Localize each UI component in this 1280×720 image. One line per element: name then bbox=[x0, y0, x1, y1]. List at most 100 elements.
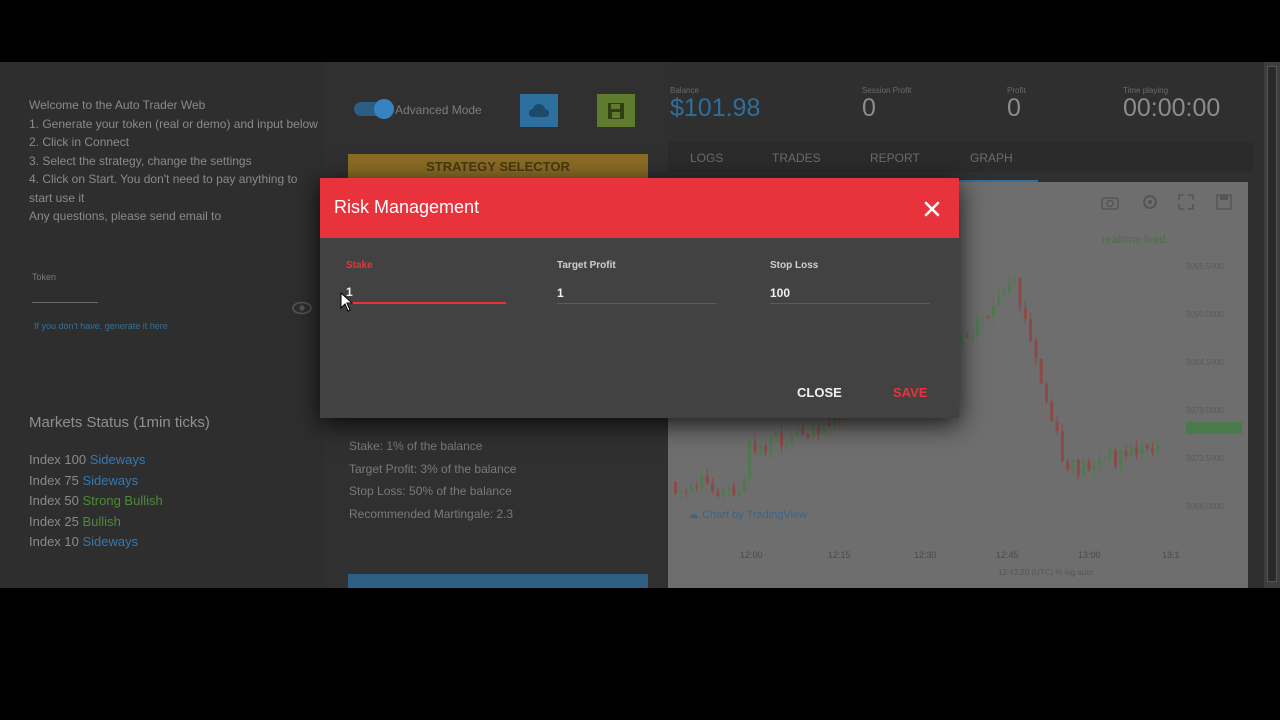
market-name: Index 50 bbox=[29, 493, 79, 508]
candle-body bbox=[684, 491, 688, 493]
dialog-title: Risk Management bbox=[334, 197, 480, 217]
time-playing-stat: Time playing 00:00:00 bbox=[1123, 86, 1220, 123]
candle-body bbox=[748, 441, 752, 479]
candle-body bbox=[1129, 446, 1133, 457]
market-item: Index 10 Sideways bbox=[29, 532, 163, 553]
market-item: Index 75 Sideways bbox=[29, 471, 163, 492]
time-tick: 12:00 bbox=[740, 550, 763, 560]
candle-body bbox=[700, 475, 704, 488]
target-profit-field: Target Profit bbox=[557, 260, 717, 310]
time-tick: 12:30 bbox=[914, 550, 937, 560]
candle-body bbox=[1018, 278, 1022, 308]
candle-body bbox=[1124, 451, 1128, 457]
chart-footer: 12:43:20 (UTC) % log auto bbox=[998, 568, 1094, 577]
target-profit-input[interactable] bbox=[557, 282, 717, 304]
dialog-header: Risk Management bbox=[320, 178, 959, 238]
advanced-mode-label: Advanced Mode bbox=[395, 103, 482, 117]
time-axis: 12:00 12:15 12:30 12:45 13:00 13:1 bbox=[668, 550, 1188, 566]
stake-input[interactable] bbox=[346, 282, 506, 304]
tab-logs[interactable]: LOGS bbox=[690, 151, 723, 165]
price-tick: 3073.5000 bbox=[1186, 454, 1224, 463]
candle-body bbox=[742, 478, 746, 492]
gear-icon[interactable] bbox=[1140, 192, 1160, 212]
candle-body bbox=[1007, 282, 1011, 292]
market-name: Index 10 bbox=[29, 534, 79, 549]
tab-report[interactable]: REPORT bbox=[870, 151, 920, 165]
stake-label: Stake bbox=[346, 260, 373, 271]
candle-body bbox=[1076, 459, 1080, 476]
candle-body bbox=[1039, 359, 1043, 384]
time-tick: 12:45 bbox=[996, 550, 1019, 560]
stop-loss-input[interactable] bbox=[770, 282, 930, 304]
candle-body bbox=[780, 432, 783, 447]
session-profit-value: 0 bbox=[862, 94, 876, 122]
candle-body bbox=[1103, 458, 1107, 460]
candle-body bbox=[695, 485, 699, 488]
candle-body bbox=[997, 294, 1001, 307]
profit-value: 0 bbox=[1007, 94, 1021, 122]
close-button[interactable]: CLOSE bbox=[797, 385, 842, 400]
balance-value: $101.98 bbox=[670, 94, 761, 122]
candle-body bbox=[795, 428, 799, 436]
candle-body bbox=[790, 435, 794, 445]
cloud-icon bbox=[529, 103, 549, 117]
cloud-button[interactable] bbox=[520, 94, 558, 127]
candle-body bbox=[785, 444, 789, 447]
market-name: Index 100 bbox=[29, 452, 87, 467]
info-line: Recommended Martingale: 2.3 bbox=[349, 506, 514, 521]
candle-body bbox=[1082, 461, 1086, 476]
close-icon[interactable] bbox=[921, 198, 943, 220]
save-chart-icon[interactable] bbox=[1214, 192, 1234, 212]
generate-token-link[interactable]: If you don't have, generate it here bbox=[34, 321, 168, 331]
save-strategy-button[interactable] bbox=[597, 94, 635, 127]
left-panel: Welcome to the Auto Trader Web 1. Genera… bbox=[0, 62, 325, 588]
market-item: Index 25 Bullish bbox=[29, 512, 163, 533]
candle-body bbox=[970, 335, 974, 338]
camera-icon[interactable] bbox=[1100, 192, 1120, 212]
toggle-knob bbox=[374, 99, 394, 119]
candle-body bbox=[817, 427, 821, 435]
time-playing-value: 00:00:00 bbox=[1123, 94, 1221, 122]
tab-graph[interactable]: GRAPH bbox=[970, 151, 1013, 165]
candle-body bbox=[674, 482, 677, 494]
advanced-mode-toggle[interactable] bbox=[354, 99, 394, 119]
candle-body bbox=[1045, 383, 1048, 402]
candle-body bbox=[1055, 421, 1059, 432]
stop-loss-field: Stop Loss bbox=[770, 260, 930, 310]
market-status: Sideways bbox=[82, 472, 139, 488]
tab-trades[interactable]: TRADES bbox=[772, 151, 821, 165]
candle-body bbox=[965, 335, 969, 338]
candle-body bbox=[1092, 466, 1096, 470]
page-scrollbar[interactable] bbox=[1264, 62, 1280, 588]
candle-body bbox=[801, 428, 805, 434]
candle-body bbox=[1087, 461, 1091, 470]
candle-body bbox=[827, 423, 831, 426]
token-input[interactable] bbox=[32, 302, 98, 303]
save-button[interactable]: SAVE bbox=[893, 385, 927, 400]
candle-body bbox=[1029, 319, 1033, 341]
welcome-line: 2. Click in Connect bbox=[29, 135, 130, 149]
welcome-line: 3. Select the strategy, change the setti… bbox=[29, 153, 252, 168]
market-name: Index 75 bbox=[29, 472, 79, 488]
tab-bar: LOGS TRADES REPORT GRAPH bbox=[668, 142, 1253, 172]
welcome-line: Any questions, please send email to bbox=[29, 209, 222, 223]
candle-body bbox=[705, 475, 709, 484]
candle-body bbox=[1098, 458, 1101, 467]
welcome-line: 4. Click on Start. You don't need to pay… bbox=[29, 172, 298, 205]
eye-icon[interactable] bbox=[291, 300, 313, 316]
candle-body bbox=[727, 485, 730, 490]
scrollbar-thumb[interactable] bbox=[1267, 66, 1277, 582]
start-button[interactable] bbox=[348, 574, 648, 588]
candle-body bbox=[1151, 448, 1154, 453]
info-line: Stake: 1% of the balance bbox=[349, 439, 483, 453]
candle-body bbox=[1156, 444, 1160, 453]
strategy-selector-button[interactable]: STRATEGY SELECTOR bbox=[348, 154, 648, 180]
candle-body bbox=[689, 485, 693, 492]
balance-stat: Balance $101.98 bbox=[670, 86, 760, 123]
fullscreen-icon[interactable] bbox=[1176, 192, 1196, 212]
candle-body bbox=[1034, 340, 1038, 360]
candle-body bbox=[711, 483, 715, 492]
markets-list: Index 100 Sideways Index 75 Sideways Ind… bbox=[29, 450, 163, 553]
welcome-line: 1. Generate your token (real or demo) an… bbox=[29, 116, 318, 131]
stop-loss-label: Stop Loss bbox=[770, 260, 819, 271]
